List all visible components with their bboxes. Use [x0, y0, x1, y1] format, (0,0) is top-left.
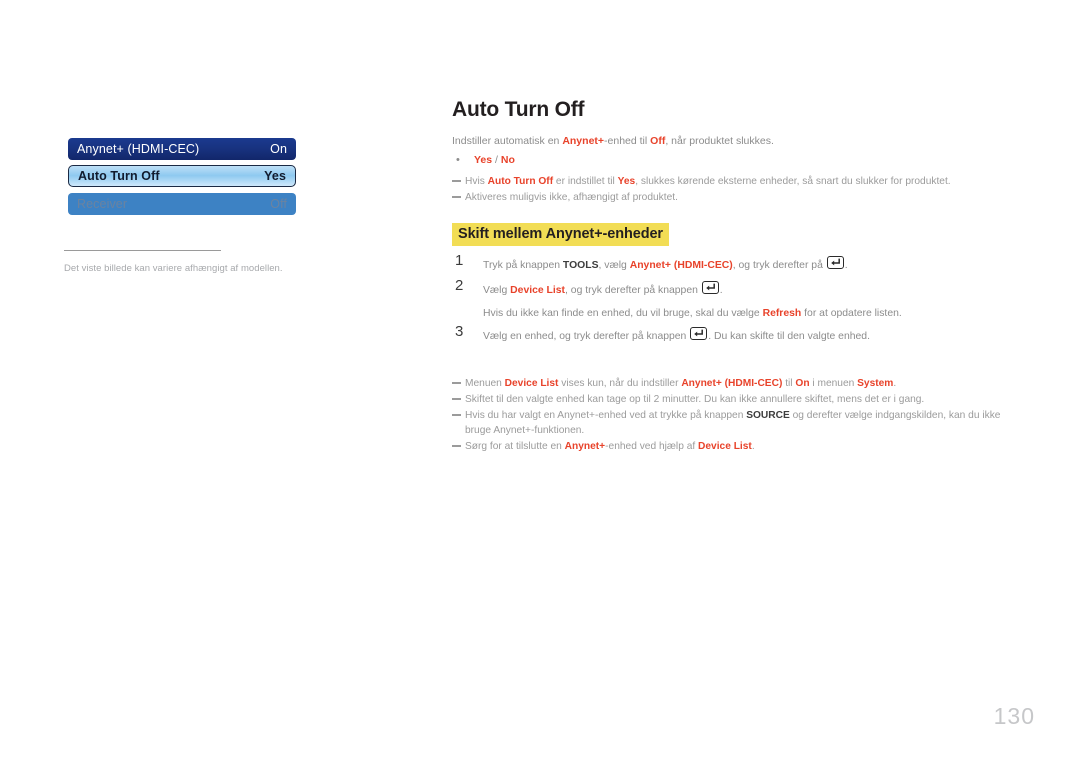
text-run: Indstiller automatisk en [452, 135, 563, 147]
text-run: i menuen [809, 378, 858, 389]
emphasis-term: Anynet+ [564, 441, 606, 452]
page-title: Auto Turn Off [452, 98, 585, 121]
step-text: Vælg Device List, og tryk derefter på kn… [483, 281, 723, 296]
emphasis-term: Off [650, 135, 666, 147]
osd-row[interactable]: Auto Turn Off Yes [68, 165, 296, 187]
step-text: Tryk på knappen TOOLS, vælg Anynet+ (HDM… [483, 256, 848, 271]
text-run: Vælg [483, 285, 511, 296]
emphasis-term: Auto Turn Off [487, 176, 554, 187]
emphasis-term: Device List [698, 441, 752, 452]
text-run: -enhed til [604, 135, 651, 147]
text-run: , og tryk derefter på knappen [565, 285, 701, 296]
enter-key-icon [701, 281, 719, 294]
text-run: . [893, 378, 897, 389]
osd-row-value: Off [270, 197, 287, 211]
step-number: 2 [455, 277, 464, 294]
numbered-steps: 1 Tryk på knappen TOOLS, vælg Anynet+ (HD… [452, 252, 1012, 352]
text-run: vises kun, når du indstiller [558, 378, 682, 389]
osd-row-label: Receiver [77, 197, 128, 211]
emphasis-term: Device List [510, 285, 566, 296]
option-yes: Yes [474, 154, 493, 166]
step-item: 1 Tryk på knappen TOOLS, vælg Anynet+ (HD… [452, 252, 1012, 281]
enter-key-icon [826, 256, 844, 269]
emphasis-term: Anynet+ [562, 135, 605, 147]
text-run: -enhed ved hjælp af [605, 441, 699, 452]
emphasis-term: On [795, 378, 810, 389]
emphasis-term: Anynet+ (HDMI-CEC) [681, 378, 783, 389]
text-run: Tryk på knappen [483, 260, 563, 271]
text-run: , når produktet slukkes. [665, 135, 774, 147]
note-line: Hvis Auto Turn Off er indstillet til Yes… [452, 174, 1012, 189]
note-line: Sørg for at tilslutte en Anynet+-enhed v… [452, 439, 1012, 454]
text-run: for at opdatere listen. [801, 308, 902, 319]
text-run: . Du kan skifte til den valgte enhed. [708, 331, 870, 342]
osd-row[interactable]: Anynet+ (HDMI-CEC) On [68, 138, 296, 160]
notes-bottom: Menuen Device List vises kun, når du ind… [452, 376, 1012, 455]
emphasis-term: Refresh [762, 308, 802, 319]
emphasis-term: System [857, 378, 894, 389]
step-substep: Hvis du ikke kan finde en enhed, du vil … [452, 306, 1012, 327]
text-run: Vælg en enhed, og tryk derefter på knapp… [483, 331, 690, 342]
option-bullet: • Yes / No [452, 154, 515, 166]
note-line: Menuen Device List vises kun, når du ind… [452, 376, 1012, 391]
step-item: 3 Vælg en enhed, og tryk derefter på knap… [452, 323, 1012, 352]
text-run: Hvis du ikke kan finde en enhed, du vil … [483, 308, 763, 319]
option-values: Yes / No [474, 154, 515, 166]
emphasis-term: Yes [617, 176, 636, 187]
page-number: 130 [993, 703, 1035, 729]
note-line: Skiftet til den valgte enhed kan tage op… [452, 392, 1012, 407]
text-run: Hvis [465, 176, 488, 187]
step-number: 3 [455, 323, 464, 340]
osd-menu-mockup: Anynet+ (HDMI-CEC) On Auto Turn Off Yes Rece… [68, 138, 296, 220]
osd-row-value: Yes [264, 169, 286, 183]
text-run: er indstillet til [553, 176, 618, 187]
text-run: , slukkes kørende eksterne enheder, så s… [635, 176, 951, 187]
text-run: , vælg [598, 260, 630, 271]
emphasis-term: Device List [504, 378, 559, 389]
text-run: . [751, 441, 755, 452]
note-line: Aktiveres muligvis ikke, afhængigt af pr… [452, 190, 1012, 205]
step-item: 2 Vælg Device List, og tryk derefter på k… [452, 277, 1012, 306]
emphasis-term: Anynet+ (HDMI-CEC) [629, 260, 733, 271]
section-heading: Skift mellem Anynet+-enheder [452, 223, 669, 246]
note-line: Hvis du har valgt en Anynet+-enhed ved a… [452, 408, 1012, 438]
text-run: til [782, 378, 796, 389]
text-run: . [719, 285, 723, 296]
text-run: Sørg for at tilslutte en [465, 441, 565, 452]
step-number: 1 [455, 252, 464, 269]
text-run: Aktiveres muligvis ikke, afhængigt af pr… [465, 192, 678, 203]
text-run: , og tryk derefter på [732, 260, 826, 271]
remote-key-label: TOOLS [562, 260, 599, 271]
option-separator: / [492, 154, 501, 166]
option-no: No [500, 154, 515, 166]
osd-row-label: Anynet+ (HDMI-CEC) [77, 142, 200, 156]
osd-row-label: Auto Turn Off [78, 169, 160, 183]
remote-key-label: SOURCE [746, 410, 790, 421]
osd-row-value: On [270, 142, 287, 156]
text-run: Menuen [465, 378, 505, 389]
osd-row[interactable]: Receiver Off [68, 193, 296, 215]
enter-key-icon [690, 327, 708, 340]
caption-divider [64, 250, 221, 251]
illustration-caption: Det viste billede kan variere afhængigt … [64, 263, 283, 274]
feature-description: Indstiller automatisk en Anynet+-enhed t… [452, 134, 1002, 148]
illustration-column: Anynet+ (HDMI-CEC) On Auto Turn Off Yes Rece… [0, 0, 450, 763]
bullet-marker-icon: • [456, 154, 460, 166]
text-run: Hvis du har valgt en Anynet+-enhed ved a… [465, 410, 747, 421]
notes-top: Hvis Auto Turn Off er indstillet til Yes… [452, 174, 1012, 206]
step-text: Vælg en enhed, og tryk derefter på knapp… [483, 327, 870, 342]
text-run: . [844, 260, 848, 271]
manual-page: Anynet+ (HDMI-CEC) On Auto Turn Off Yes Rece… [0, 0, 1080, 763]
text-run: Skiftet til den valgte enhed kan tage op… [465, 394, 925, 405]
